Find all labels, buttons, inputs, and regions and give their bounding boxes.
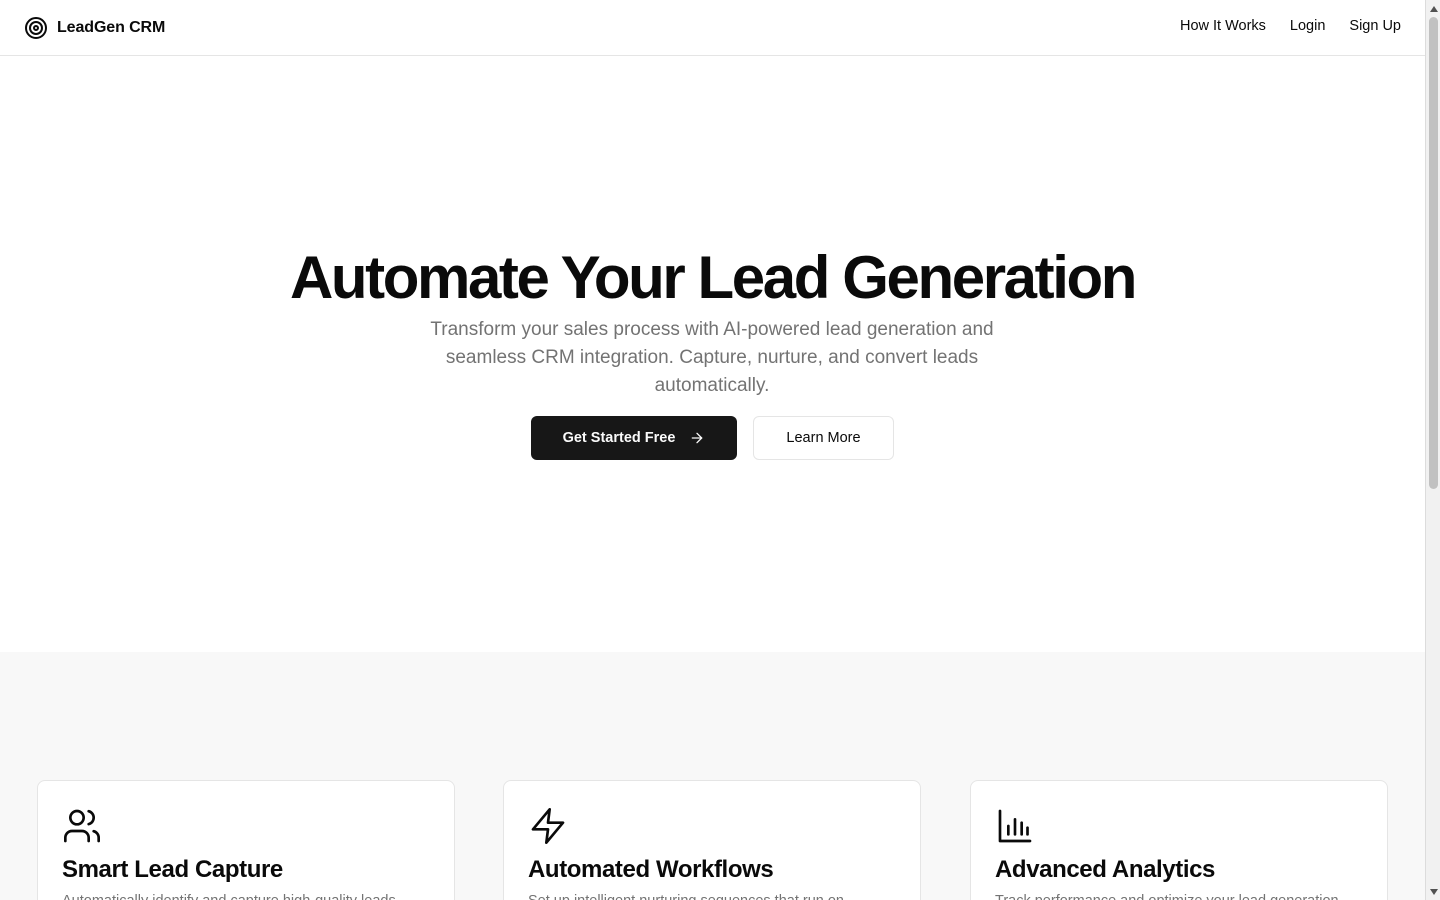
brand-logo[interactable]: LeadGen CRM bbox=[24, 16, 165, 40]
feature-title: Advanced Analytics bbox=[995, 856, 1215, 883]
get-started-label: Get Started Free bbox=[562, 430, 676, 446]
zap-icon bbox=[528, 806, 568, 846]
feature-card-workflows: Automated Workflows Set up intelligent n… bbox=[503, 780, 921, 900]
target-icon bbox=[24, 16, 48, 40]
vertical-scrollbar[interactable] bbox=[1425, 0, 1440, 900]
hero-title: Automate Your Lead Generation bbox=[290, 244, 1137, 311]
get-started-button[interactable]: Get Started Free bbox=[531, 416, 737, 460]
feature-title: Automated Workflows bbox=[528, 856, 774, 883]
hero-subtitle: Transform your sales process with AI-pow… bbox=[430, 319, 994, 396]
feature-description: Set up intelligent nurturing sequences t… bbox=[528, 890, 888, 900]
landing-page: LeadGen CRM How It Works Login Sign Up A… bbox=[0, 0, 1425, 900]
nav-link-login[interactable]: Login bbox=[1290, 18, 1325, 34]
nav-link-how-it-works[interactable]: How It Works bbox=[1180, 18, 1266, 34]
users-icon bbox=[62, 806, 102, 846]
scroll-up-arrow-icon[interactable] bbox=[1426, 0, 1440, 17]
features-section: Smart Lead Capture Automatically identif… bbox=[0, 652, 1425, 900]
feature-description: Track performance and optimize your lead… bbox=[995, 890, 1355, 900]
main-nav: How It Works Login Sign Up bbox=[1180, 18, 1401, 34]
top-navbar: LeadGen CRM How It Works Login Sign Up bbox=[0, 0, 1425, 56]
feature-card-analytics: Advanced Analytics Track performance and… bbox=[970, 780, 1388, 900]
nav-link-sign-up[interactable]: Sign Up bbox=[1349, 18, 1401, 34]
arrow-right-icon bbox=[689, 430, 705, 446]
scrollbar-thumb[interactable] bbox=[1429, 17, 1438, 489]
feature-card-lead-capture: Smart Lead Capture Automatically identif… bbox=[37, 780, 455, 900]
brand-name: LeadGen CRM bbox=[57, 19, 166, 36]
feature-description: Automatically identify and capture high-… bbox=[62, 890, 422, 900]
feature-title: Smart Lead Capture bbox=[62, 856, 283, 883]
scroll-down-arrow-icon[interactable] bbox=[1426, 883, 1440, 900]
learn-more-button[interactable]: Learn More bbox=[753, 416, 894, 460]
bar-chart-icon bbox=[995, 806, 1035, 846]
